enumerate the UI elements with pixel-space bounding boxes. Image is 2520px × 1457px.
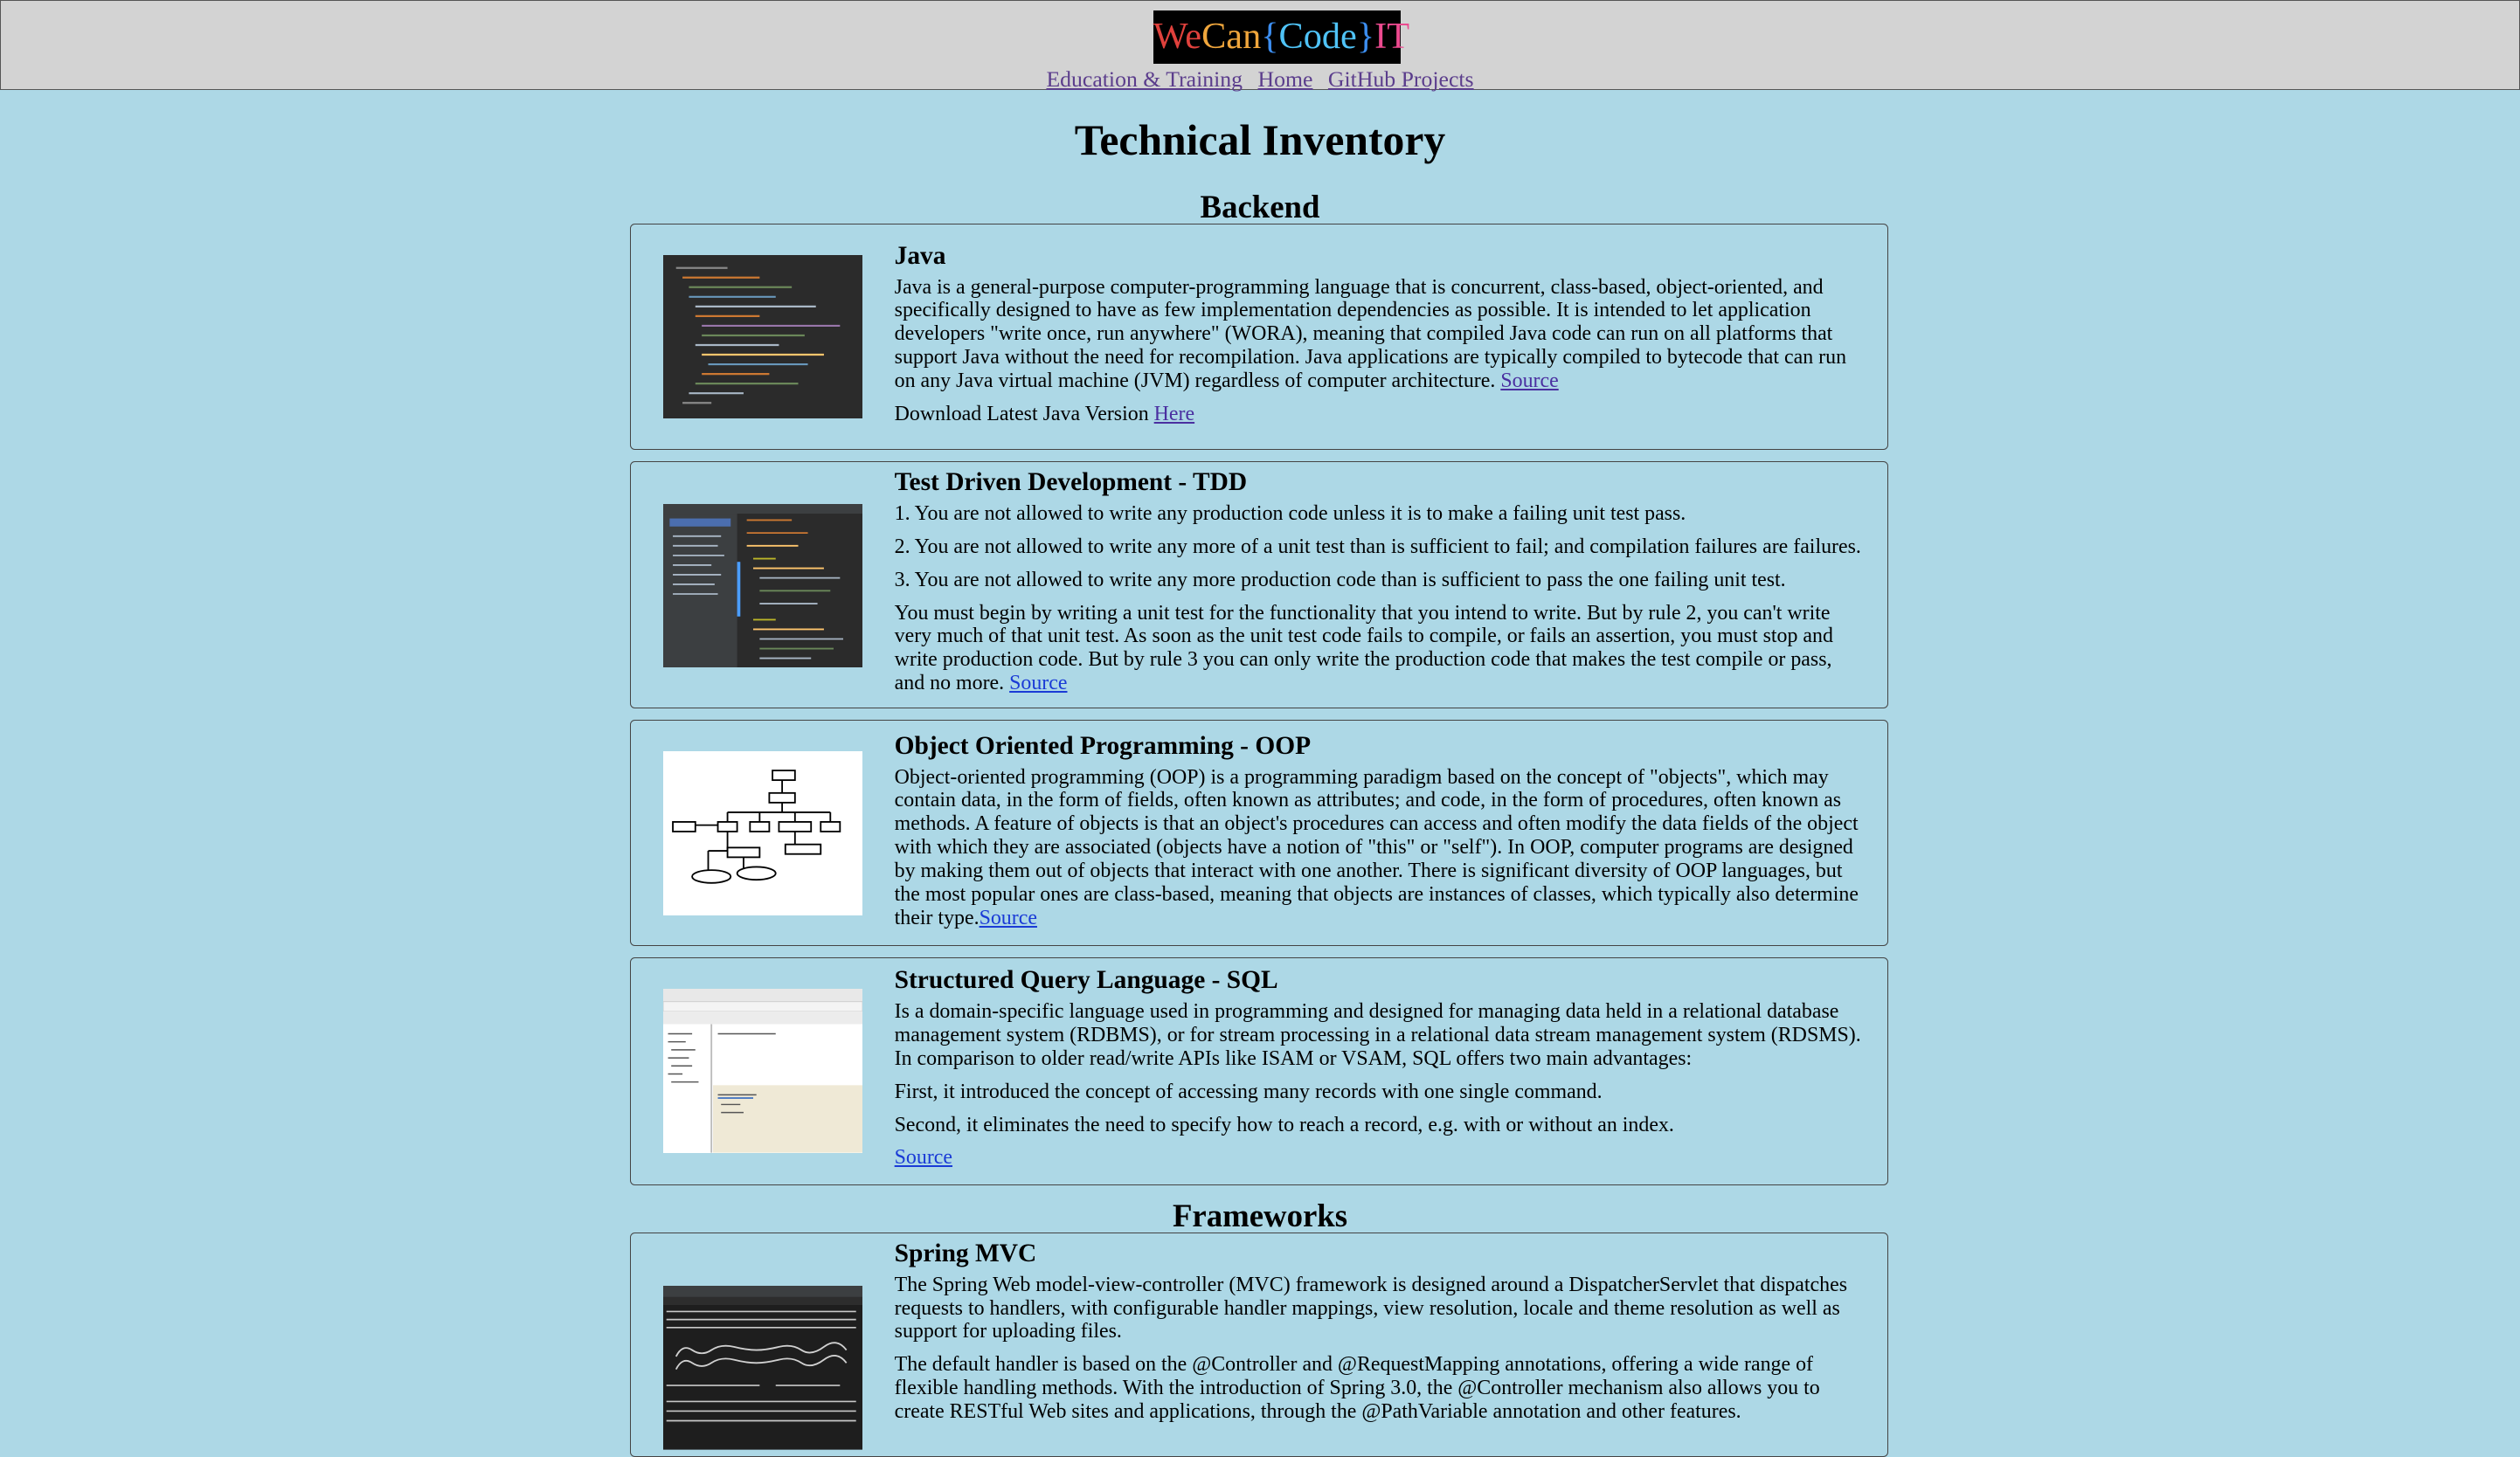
nav-link-education[interactable]: Education & Training (1046, 66, 1243, 92)
spring-description-2: The default handler is based on the @Con… (894, 1353, 1820, 1424)
class-hierarchy-diagram (662, 750, 862, 915)
sql-first-advantage: First, it introduced the concept of acce… (894, 1080, 1603, 1103)
sql-editor-image (662, 989, 862, 1153)
java-body: Java is a general-purpose computer-progr… (894, 275, 1847, 392)
logo-we: We (1153, 16, 1202, 58)
oop-title: Object Oriented Programming - OOP (894, 731, 1312, 760)
code-editor-image (662, 254, 862, 419)
tdd-content: Test Driven Development - TDD 1. You are… (895, 468, 1866, 705)
tdd-title: Test Driven Development - TDD (894, 468, 1248, 497)
logo-brace-close: } (1356, 16, 1375, 58)
site-header: WeCan{Code}IT Education & Training Home … (0, 0, 2520, 93)
sql-source: Source (895, 1146, 1866, 1170)
java-content: Java Java is a general-purpose computer-… (895, 242, 1866, 436)
oop-content: Object Oriented Programming - OOP Object… (895, 732, 1866, 940)
sql-second-advantage: Second, it eliminates the need to specif… (894, 1113, 1674, 1136)
tdd-rule-2: 2. You are not allowed to write any more… (894, 535, 1861, 558)
logo-code: Code (1278, 16, 1357, 58)
card-spring-mvc: Spring MVC The Spring Web model-view-con… (630, 1232, 1889, 1457)
top-nav: Education & Training Home GitHub Project… (1, 66, 2519, 93)
section-title-frameworks: Frameworks (1172, 1198, 1348, 1234)
oop-diagram-image (662, 750, 862, 915)
spring-console-screenshot (662, 1286, 862, 1451)
java-download-link[interactable]: Here (1154, 403, 1194, 425)
java-download-text: Download Latest Java Version (894, 402, 1149, 425)
java-code-screenshot (662, 254, 862, 419)
card-oop: Object Oriented Programming - OOP Object… (630, 720, 1889, 947)
java-download: Download Latest Java Version Here (895, 403, 1866, 426)
card-sql: Structured Query Language - SQL Is a dom… (630, 957, 1889, 1186)
tdd-source-link[interactable]: Source (1009, 672, 1067, 694)
tdd-rule-3: 3. You are not allowed to write any more… (894, 568, 1786, 591)
section-title-backend: Backend (1200, 189, 1320, 225)
tdd-rule-1: 1. You are not allowed to write any prod… (894, 501, 1686, 525)
site-logo[interactable]: WeCan{Code}IT (1153, 10, 1409, 64)
java-title: Java (894, 241, 946, 270)
sql-description: Is a domain-specific language used in pr… (894, 1000, 1861, 1070)
tdd-description: You must begin by writing a unit test fo… (895, 602, 1866, 695)
tdd-code-screenshot (662, 503, 862, 668)
oop-source-link[interactable]: Source (980, 907, 1037, 929)
spring-content: Spring MVC The Spring Web model-view-con… (895, 1239, 1866, 1433)
spring-console-image (662, 1286, 862, 1451)
logo-it: IT (1374, 16, 1410, 58)
sql-tool-screenshot (662, 989, 862, 1153)
sql-title: Structured Query Language - SQL (894, 966, 1278, 995)
spring-description-1: The Spring Web model-view-controller (MV… (894, 1273, 1848, 1343)
logo-can: Can (1201, 16, 1262, 58)
sql-source-link[interactable]: Source (895, 1146, 952, 1169)
nav-link-github[interactable]: GitHub Projects (1328, 66, 1474, 92)
sql-content: Structured Query Language - SQL Is a dom… (895, 966, 1866, 1179)
spring-title: Spring MVC (894, 1239, 1037, 1268)
logo-brace-open: { (1261, 16, 1279, 58)
oop-description: Object-oriented programming (OOP) is a p… (895, 766, 1866, 930)
ide-test-image (662, 503, 862, 668)
page-title: Technical Inventory (1074, 116, 1446, 165)
oop-body: Object-oriented programming (OOP) is a p… (894, 765, 1859, 929)
card-java: Java Java is a general-purpose computer-… (630, 223, 1889, 450)
nav-link-home[interactable]: Home (1258, 66, 1313, 92)
java-description: Java is a general-purpose computer-progr… (895, 276, 1866, 393)
card-tdd: Test Driven Development - TDD 1. You are… (630, 460, 1889, 709)
java-source-link[interactable]: Source (1500, 369, 1558, 392)
